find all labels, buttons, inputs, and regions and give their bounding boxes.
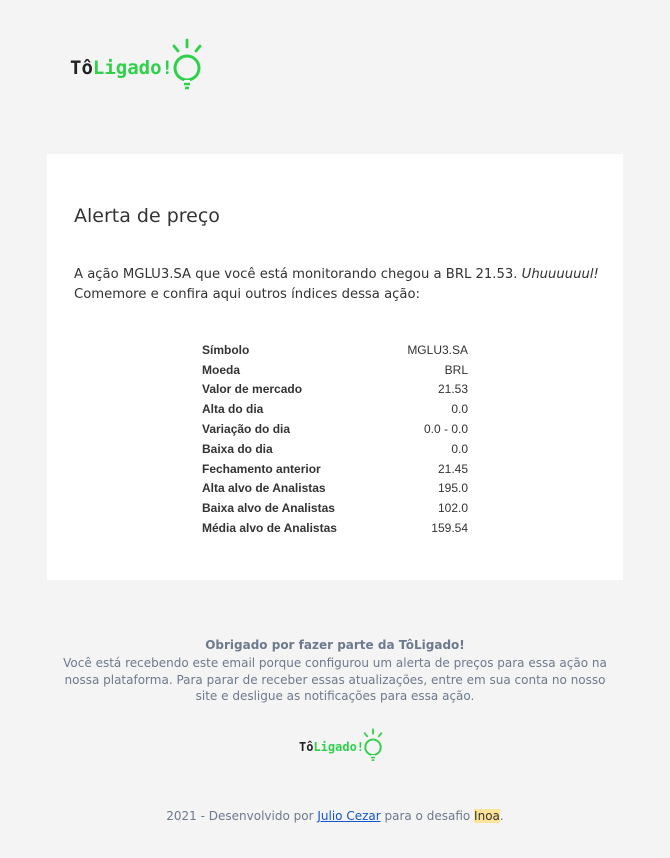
row-label: Baixa do dia [202, 441, 273, 456]
row-label: Baixa alvo de Analistas [202, 501, 335, 516]
footer-logo-text: TôLigado! [299, 740, 365, 754]
alert-title: Alerta de preço [74, 205, 220, 227]
alert-message: A ação MGLU3.SA que você está monitorand… [74, 267, 599, 302]
footer-credit: 2021 - Desenvolvido por Julio Cezar para… [166, 809, 504, 823]
table-row: Moeda BRL [202, 360, 468, 380]
row-value: 21.53 [437, 382, 468, 397]
table-row: Variação do dia 0.0 - 0.0 [202, 419, 468, 439]
author-link[interactable]: Julio Cezar [317, 809, 380, 823]
brand-logo-text: TôLigado! [70, 57, 173, 79]
footer-thanks: Obrigado por fazer parte da TôLigado! [205, 638, 465, 652]
challenge-name: Inoa [474, 809, 500, 823]
table-row: Baixa alvo de Analistas 102.0 [202, 498, 468, 518]
lightbulb-icon [172, 38, 202, 90]
footer-notice: Você está recebendo este email porque co… [63, 656, 607, 703]
row-label: Média alvo de Analistas [202, 521, 337, 536]
row-label: Alta do dia [202, 402, 264, 417]
table-row: Alta do dia 0.0 [202, 399, 468, 419]
row-value: 195.0 [437, 481, 468, 496]
row-label: Fechamento anterior [202, 461, 321, 476]
row-value: 102.0 [437, 501, 468, 516]
alert-message-emphasis: Uhuuuuuul! [521, 267, 599, 282]
table-row: Valor de mercado 21.53 [202, 380, 468, 400]
indices-table: Símbolo MGLU3.SA Moeda BRL Valor de merc… [202, 340, 468, 538]
row-value: 0.0 - 0.0 [423, 422, 468, 437]
row-value: 159.54 [431, 521, 468, 536]
table-row: Média alvo de Analistas 159.54 [202, 518, 468, 538]
row-value: 0.0 [451, 441, 468, 456]
brand-logo: TôLigado! [70, 38, 207, 94]
row-label: Alta alvo de Analistas [202, 481, 326, 496]
table-row: Baixa do dia 0.0 [202, 439, 468, 459]
row-label: Símbolo [202, 342, 250, 357]
row-value: 21.45 [437, 461, 468, 476]
footer-logo: TôLigado! [299, 728, 386, 764]
row-label: Variação do dia [202, 422, 291, 437]
row-label: Moeda [202, 362, 241, 377]
row-value: 0.0 [451, 402, 468, 417]
alert-card: Alerta de preço A ação MGLU3.SA que você… [47, 154, 623, 580]
table-row: Alta alvo de Analistas 195.0 [202, 479, 468, 499]
row-value: MGLU3.SA [407, 342, 468, 357]
row-value: BRL [444, 362, 468, 377]
row-label: Valor de mercado [202, 382, 303, 397]
table-row: Fechamento anterior 21.45 [202, 459, 468, 479]
table-row: Símbolo MGLU3.SA [202, 340, 468, 360]
lightbulb-icon [363, 728, 383, 761]
